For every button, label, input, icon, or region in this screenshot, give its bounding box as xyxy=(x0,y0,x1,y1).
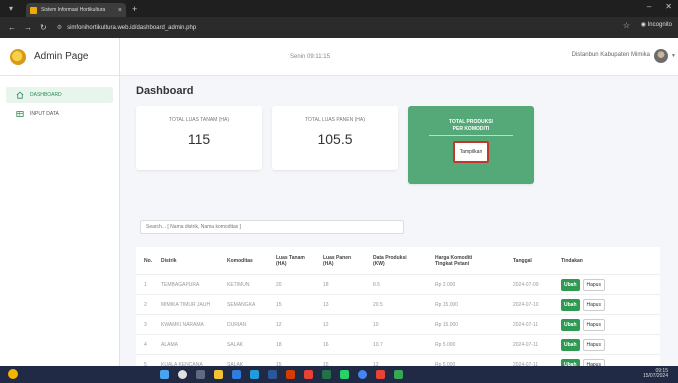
browser-tab[interactable]: Sistem Informasi Hortikultura × xyxy=(26,3,126,17)
avatar[interactable] xyxy=(654,49,668,63)
table-icon xyxy=(16,111,24,117)
card-value: 105.5 xyxy=(317,131,353,147)
home-icon xyxy=(16,91,24,99)
sidebar-item-input-data[interactable]: INPUT DATA xyxy=(6,106,113,122)
system-tray[interactable]: 09:15 15/07/2024 xyxy=(643,369,668,379)
new-tab-button[interactable]: + xyxy=(132,4,137,14)
powerpoint-icon[interactable] xyxy=(286,370,295,379)
col-header-luas-panen: Luas Panen (HA) xyxy=(323,254,352,267)
brand[interactable]: Admin Page xyxy=(0,38,119,76)
admin-app: Admin Page DASHBOARD INPUT DATA Senin 09… xyxy=(0,38,678,375)
search-input[interactable]: Search... [ Nama distrik, Nama komoditas… xyxy=(140,220,404,234)
delete-button[interactable]: Hapus xyxy=(582,298,605,311)
task-view-icon[interactable] xyxy=(196,370,205,379)
table-row: 3 KWAMKI NARAMA DURIAN 12 12 10 Rp 15.00… xyxy=(136,315,660,335)
minimize-icon[interactable]: – xyxy=(647,2,651,11)
clock: Senin 09:11:15 xyxy=(290,54,330,60)
favicon-icon xyxy=(30,6,37,14)
taskbar-apps xyxy=(160,370,403,379)
col-header-tindakan: Tindakan xyxy=(561,257,583,264)
brand-name: Admin Page xyxy=(34,51,89,62)
sidebar: Admin Page DASHBOARD INPUT DATA xyxy=(0,38,120,366)
sidebar-menu: DASHBOARD INPUT DATA xyxy=(0,76,119,122)
weather-icon[interactable] xyxy=(8,369,18,379)
col-header-tanggal: Tanggal xyxy=(513,257,532,264)
card-title: TOTAL PRODUKSI PER KOMODITI xyxy=(449,119,493,132)
data-table: No. Distrik Komoditas Luas Tanam (HA) Lua… xyxy=(136,247,660,375)
card-total-produksi: TOTAL PRODUKSI PER KOMODITI Tampilkan xyxy=(408,106,534,184)
card-total-luas-panen: TOTAL LUAS PANEN (HA) 105.5 xyxy=(272,106,398,170)
chevron-down-icon[interactable]: ▼ xyxy=(671,53,676,59)
main-content: Dashboard TOTAL LUAS TANAM (HA) 115 TOTA… xyxy=(120,76,678,375)
edit-button[interactable]: Ubah xyxy=(561,318,580,331)
chrome-icon[interactable] xyxy=(358,370,367,379)
tab-title: Sistem Informasi Hortikultura xyxy=(41,7,106,13)
incognito-indicator[interactable]: ◉ Incognito xyxy=(641,21,672,28)
reload-icon[interactable]: ↻ xyxy=(40,23,47,32)
card-title: TOTAL LUAS TANAM (HA) xyxy=(168,117,229,123)
app-icon[interactable] xyxy=(304,370,313,379)
file-explorer-icon[interactable] xyxy=(214,370,223,379)
table-row: 2 MIMIKA TIMUR JAUH SEMANGKA 15 13 20.5 … xyxy=(136,295,660,315)
sidebar-item-label: DASHBOARD xyxy=(30,92,62,98)
delete-button[interactable]: Hapus xyxy=(582,338,605,351)
store-icon[interactable] xyxy=(250,370,259,379)
col-header-komoditas: Komoditas xyxy=(227,257,253,264)
url-field[interactable]: ⚙ simfonihortikultura.web.id/dashboard_a… xyxy=(56,20,617,35)
edit-button[interactable]: Ubah xyxy=(561,338,580,351)
card-total-luas-tanam: TOTAL LUAS TANAM (HA) 115 xyxy=(136,106,262,170)
url-text: simfonihortikultura.web.id/dashboard_adm… xyxy=(67,24,197,31)
edit-button[interactable]: Ubah xyxy=(561,278,580,291)
whatsapp-icon[interactable] xyxy=(340,370,349,379)
app-icon-2[interactable] xyxy=(394,370,403,379)
incognito-icon: ◉ xyxy=(640,22,648,28)
address-bar: ← → ↻ ⚙ simfonihortikultura.web.id/dashb… xyxy=(0,17,678,38)
topbar: Senin 09:11:15 Distanbun Kabupaten Mimik… xyxy=(120,38,678,76)
logo-icon xyxy=(10,48,26,65)
col-header-luas-tanam: Luas Tanam (HA) xyxy=(276,254,305,267)
table-header: No. Distrik Komoditas Luas Tanam (HA) Lua… xyxy=(136,247,660,275)
delete-button[interactable]: Hapus xyxy=(582,278,605,291)
mail-icon[interactable] xyxy=(376,370,385,379)
taskbar: 09:15 15/07/2024 xyxy=(0,366,678,383)
site-info-icon[interactable]: ⚙ xyxy=(57,24,62,31)
delete-button[interactable]: Hapus xyxy=(582,318,605,331)
divider xyxy=(429,135,513,136)
table-row: 1 TEMBAGAPURA KETIMUN 20 18 8.5 Rp 2.000… xyxy=(136,275,660,295)
back-icon[interactable]: ← xyxy=(8,23,16,32)
tab-close-icon[interactable]: × xyxy=(118,7,122,14)
card-value: 115 xyxy=(187,131,211,147)
col-header-harga: Harga Komoditi Tingkat Petani xyxy=(435,254,473,267)
col-header-distrik: Distrik xyxy=(161,257,177,264)
edge-icon[interactable] xyxy=(232,370,241,379)
chrome-menu-icon[interactable]: ▾ xyxy=(4,3,18,15)
col-header-produksi: Data Produksi (KW) xyxy=(373,254,407,267)
sidebar-item-label: INPUT DATA xyxy=(30,111,59,117)
sidebar-item-dashboard[interactable]: DASHBOARD xyxy=(6,87,113,103)
table-row: 4 ALAMA SALAK 18 16 10.7 Rp 5.000 2024-0… xyxy=(136,335,660,355)
window-close-icon[interactable]: ✕ xyxy=(665,2,672,11)
col-header-no: No. xyxy=(144,257,153,264)
user-name[interactable]: Distanbun Kabupaten Mimika xyxy=(572,52,650,58)
edit-button[interactable]: Ubah xyxy=(561,298,580,311)
browser-tab-bar: ▾ Sistem Informasi Hortikultura × + – ✕ xyxy=(0,0,678,17)
page-title: Dashboard xyxy=(136,85,194,97)
show-button[interactable]: Tampilkan xyxy=(452,141,490,163)
search-icon[interactable] xyxy=(178,370,187,379)
forward-icon[interactable]: → xyxy=(24,23,32,32)
bookmark-star-icon[interactable]: ☆ xyxy=(623,21,630,30)
word-icon[interactable] xyxy=(268,370,277,379)
card-title: TOTAL LUAS PANEN (HA) xyxy=(305,117,365,123)
taskbar-date: 15/07/2024 xyxy=(642,373,668,379)
window-controls: – ✕ xyxy=(647,2,672,11)
start-icon[interactable] xyxy=(160,370,169,379)
excel-icon[interactable] xyxy=(322,370,331,379)
